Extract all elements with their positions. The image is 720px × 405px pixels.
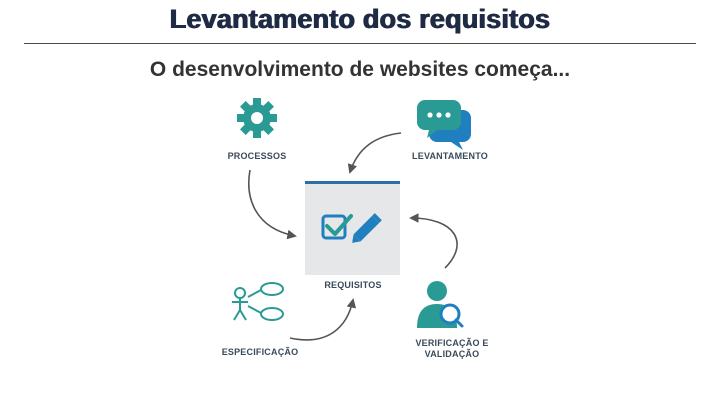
chat-bubbles-icon	[417, 100, 471, 150]
requirements-diagram: PROCESSOS LEVANTAMENTO REQUISITOS ESPECI…	[215, 88, 505, 370]
label-especificacao: ESPECIFICAÇÃO	[221, 347, 299, 357]
label-processos: PROCESSOS	[227, 151, 287, 161]
slide-subtitle: O desenvolvimento de websites começa...	[149, 58, 571, 81]
title-divider	[24, 43, 696, 44]
label-levantamento: LEVANTAMENTO	[412, 151, 488, 161]
label-verificacao-line1: VERIFICAÇÃO E	[415, 338, 489, 348]
arrow-especificacao-to-requisitos	[289, 298, 357, 341]
arrow-processos-to-requisitos	[248, 169, 297, 240]
user-search-icon	[417, 281, 464, 328]
label-requisitos: REQUISITOS	[324, 280, 382, 290]
arrow-verificacao-to-requisitos	[409, 213, 458, 269]
label-verificacao-line2: VALIDAÇÃO	[424, 349, 480, 359]
diagram-graphics	[232, 98, 471, 341]
gear-icon	[237, 98, 277, 138]
requisitos-box	[305, 181, 400, 275]
label-verificacao: VERIFICAÇÃO E VALIDAÇÃO	[407, 338, 497, 360]
use-case-icon	[232, 282, 284, 321]
slide-title: Levantamento dos requisitos	[169, 4, 551, 34]
arrow-levantamento-to-requisitos	[347, 132, 402, 174]
